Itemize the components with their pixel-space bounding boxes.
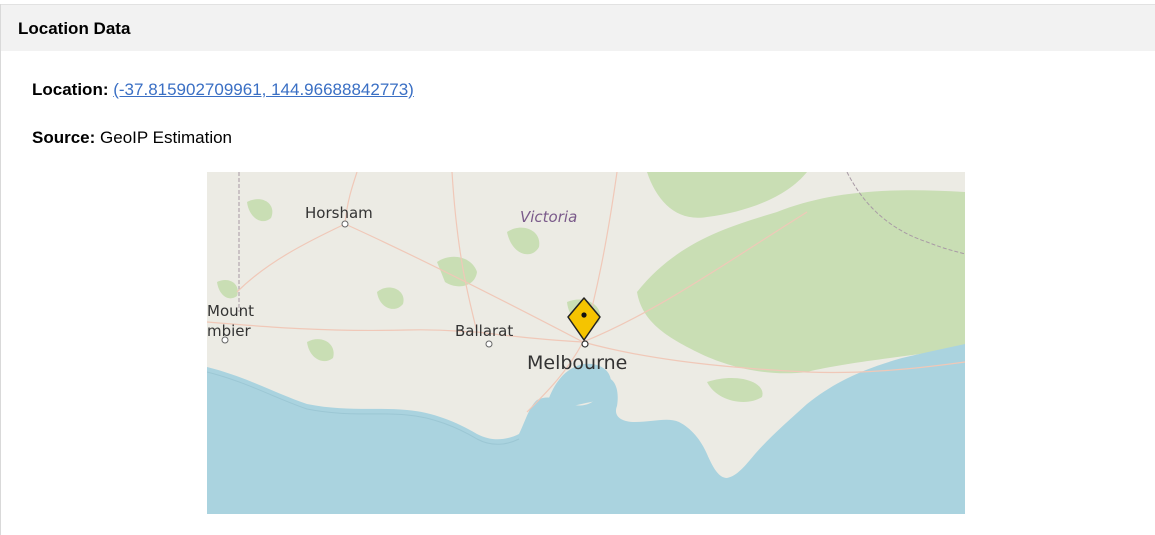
source-value: GeoIP Estimation — [100, 128, 233, 147]
source-row: Source: GeoIP Estimation — [32, 128, 232, 148]
melbourne-town-dot — [581, 340, 589, 348]
location-data-panel: Location Data Location: (-37.81590270996… — [0, 4, 1155, 535]
map-label-horsham: Horsham — [305, 204, 373, 222]
panel-title: Location Data — [18, 19, 131, 38]
map-label-melbourne: Melbourne — [527, 352, 627, 374]
location-map[interactable]: Horsham Victoria Mount mbier Ballarat Me… — [207, 172, 965, 514]
location-label: Location: — [32, 80, 109, 99]
location-coordinates-link[interactable]: (-37.815902709961, 144.96688842773) — [113, 80, 414, 99]
map-label-ballarat: Ballarat — [455, 322, 513, 340]
map-label-gambier: mbier — [207, 322, 252, 340]
location-row: Location: (-37.815902709961, 144.9668884… — [32, 80, 414, 100]
map-canvas[interactable]: Horsham Victoria Mount mbier Ballarat Me… — [207, 172, 965, 514]
panel-header: Location Data — [1, 4, 1155, 51]
source-label: Source: — [32, 128, 96, 147]
ballarat-town-dot — [485, 340, 493, 348]
map-label-victoria: Victoria — [520, 208, 577, 226]
map-label-mount: Mount — [207, 302, 254, 320]
